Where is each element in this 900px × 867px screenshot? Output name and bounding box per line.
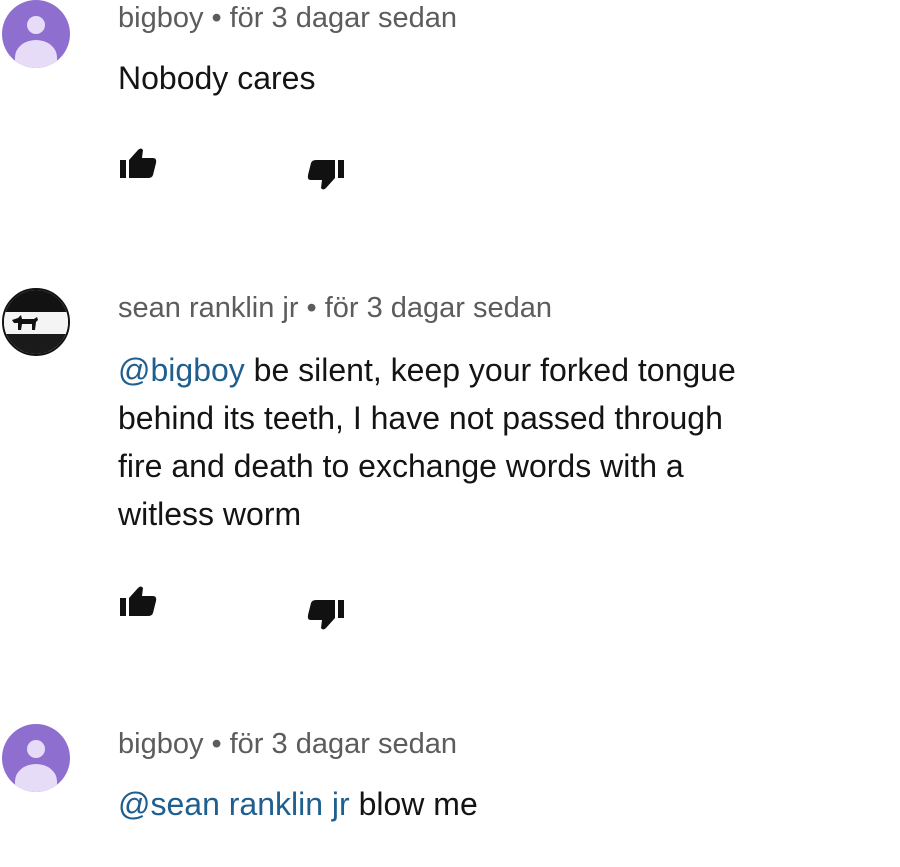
avatar[interactable] [2, 0, 70, 68]
avatar[interactable] [2, 724, 70, 792]
author-name[interactable]: bigboy [118, 728, 203, 760]
meta-separator: • [211, 2, 222, 34]
meta-separator: • [211, 728, 222, 760]
timestamp[interactable]: för 3 dagar sedan [230, 2, 457, 34]
comment-text: Nobody cares [118, 60, 316, 96]
thumbs-up-icon [120, 148, 157, 178]
thumbs-down-icon [307, 160, 344, 190]
like-button[interactable] [118, 146, 158, 182]
comment-line: fire and death to exchange words with a [118, 448, 684, 484]
timestamp[interactable]: för 3 dagar sedan [325, 292, 552, 324]
author-name[interactable]: sean ranklin jr [118, 292, 299, 324]
thumbs-up-icon [120, 586, 157, 616]
like-button[interactable] [118, 584, 158, 620]
mention-link[interactable]: @sean ranklin jr [118, 786, 350, 822]
mention-link[interactable]: @bigboy [118, 352, 245, 388]
comment-text: @sean ranklin jr blow me [118, 786, 478, 822]
comment-text: @bigboy be silent, keep your forked tong… [118, 346, 736, 538]
comment-line: behind its teeth, I have not passed thro… [118, 400, 723, 436]
dislike-button[interactable] [306, 596, 346, 632]
comment-meta: bigboy • för 3 dagar sedan [118, 728, 457, 761]
dog-photo-icon [12, 315, 38, 330]
dislike-button[interactable] [306, 156, 346, 192]
comment-meta: bigboy • för 3 dagar sedan [118, 2, 457, 35]
thumbs-down-icon [307, 600, 344, 630]
meta-separator: • [306, 292, 317, 324]
comment-line: witless worm [118, 496, 302, 532]
timestamp[interactable]: för 3 dagar sedan [230, 728, 457, 760]
author-name[interactable]: bigboy [118, 2, 203, 34]
comment-line: @bigboy be silent, keep your forked tong… [118, 352, 736, 388]
comment-meta: sean ranklin jr • för 3 dagar sedan [118, 292, 552, 325]
avatar[interactable] [2, 288, 70, 356]
